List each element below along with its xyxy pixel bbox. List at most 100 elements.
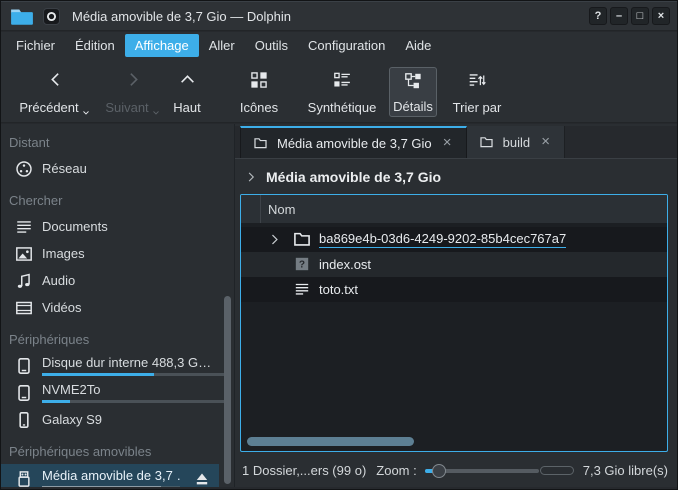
breadcrumb-segment[interactable]: Média amovible de 3,7 Gio [266, 169, 441, 185]
sidebar-item[interactable]: Images [1, 240, 234, 267]
chevron-right-icon [125, 71, 142, 88]
svg-text:?: ? [299, 260, 305, 271]
view-details-label: Détails [393, 99, 433, 114]
sidebar-item[interactable]: Média amovible de 3,7 … [1, 464, 219, 487]
tab[interactable]: Média amovible de 3,7 Gio × [240, 126, 467, 158]
zoom-slider-knob[interactable] [432, 464, 446, 478]
sidebar-item[interactable]: Disque dur interne 488,3 G… [1, 352, 234, 379]
sidebar-item[interactable]: Galaxy S9 [1, 406, 234, 433]
sidebar-item-label: Disque dur interne 488,3 G… [42, 355, 226, 370]
back-button[interactable]: Précédent [9, 67, 101, 117]
menu-item-outils[interactable]: Outils [245, 34, 298, 57]
unknown-file-icon: ? [293, 255, 311, 273]
tab-label: Média amovible de 3,7 Gio [277, 136, 432, 151]
file-rows: ba869e4b-03d6-4249-9202-85b4cec767a7 ? i… [241, 227, 667, 302]
menu-item-aller[interactable]: Aller [199, 34, 245, 57]
caret-down-icon [81, 108, 91, 118]
chevron-right-icon[interactable] [245, 171, 257, 183]
sort-icon [468, 71, 486, 89]
caret-down-icon [151, 108, 161, 118]
network-icon [15, 160, 33, 178]
menu-item-édition[interactable]: Édition [65, 34, 125, 57]
zoom-slider[interactable] [425, 463, 539, 479]
file-row[interactable]: ? index.ost [241, 252, 667, 277]
zoom-label: Zoom : [376, 463, 416, 478]
dolphin-window: Média amovible de 3,7 Gio — Dolphin ?–□×… [0, 0, 678, 490]
toolbar: Précédent Suivant Haut Icônes Synthétiqu… [1, 59, 677, 123]
sidebar-item-label: NVME2To [42, 382, 226, 397]
text-file-icon [293, 280, 311, 298]
back-label: Précédent [19, 100, 78, 115]
device-usage-bar [42, 373, 226, 376]
tab[interactable]: build × [467, 126, 565, 158]
sidebar-item-label: Vidéos [42, 300, 226, 315]
menu-item-affichage[interactable]: Affichage [125, 34, 199, 57]
file-row[interactable]: ba869e4b-03d6-4249-9202-85b4cec767a7 [241, 227, 667, 252]
chevron-left-icon [47, 71, 64, 88]
selection-summary: 1 Dossier,...ers (99 o) [242, 463, 366, 478]
menu-item-aide[interactable]: Aide [395, 34, 441, 57]
free-space-label: 7,3 Gio libre(s) [583, 463, 668, 478]
breadcrumb: Média amovible de 3,7 Gio [235, 160, 677, 193]
up-button[interactable]: Haut [165, 67, 209, 117]
column-header-row: Nom [241, 195, 667, 223]
sidebar-item-label: Média amovible de 3,7 … [42, 468, 180, 483]
sidebar-item[interactable]: Documents [1, 213, 234, 240]
menu-item-fichier[interactable]: Fichier [6, 34, 65, 57]
horizontal-scrollbar[interactable] [247, 437, 414, 446]
view-compact-icon [333, 71, 351, 89]
sidebar-item[interactable]: Audio [1, 267, 234, 294]
dolphin-folder-icon [10, 6, 34, 26]
sidebar-scrollbar[interactable] [224, 296, 231, 484]
device-usage-bar [42, 400, 226, 403]
statusbar: 1 Dossier,...ers (99 o) Zoom : 7,3 Gio l… [235, 454, 677, 487]
help-button[interactable]: ? [589, 7, 607, 25]
titlebar: Média amovible de 3,7 Gio — Dolphin ?–□× [1, 1, 677, 31]
sidebar-item[interactable]: Vidéos [1, 294, 234, 321]
view-compact-label: Synthétique [308, 100, 377, 115]
expander-column [241, 195, 261, 223]
chevron-up-icon [179, 71, 196, 88]
sidebar-section-header: Périphériques amovibles [1, 433, 234, 464]
sort-by-button[interactable]: Trier par [449, 67, 505, 117]
sidebar-section-header: Chercher [1, 182, 234, 213]
device-usage-bar [42, 486, 180, 487]
eject-icon[interactable] [193, 471, 211, 487]
expander-icon[interactable] [268, 233, 281, 246]
close-button[interactable]: × [652, 7, 670, 25]
tab-close-icon[interactable]: × [441, 137, 454, 150]
maximize-button[interactable]: □ [631, 7, 649, 25]
sidebar-section-header: Périphériques [1, 321, 234, 352]
tab-close-icon[interactable]: × [539, 136, 552, 149]
folder-icon [253, 136, 268, 150]
sidebar-item-label: Réseau [42, 161, 226, 176]
view-icons-label: Icônes [240, 100, 278, 115]
file-name: ba869e4b-03d6-4249-9202-85b4cec767a7 [319, 231, 566, 248]
view-details-icon [404, 72, 422, 90]
file-row[interactable]: toto.txt [241, 277, 667, 302]
view-compact-button[interactable]: Synthétique [297, 67, 387, 117]
window-controls: ?–□× [589, 7, 670, 25]
sidebar-item[interactable]: Réseau [1, 155, 234, 182]
window-body: Distant Réseau Chercher Documents Images… [1, 124, 677, 487]
folder-icon [479, 135, 494, 149]
up-label: Haut [173, 100, 200, 115]
view-icons-button[interactable]: Icônes [223, 67, 295, 117]
sidebar-item-label: Galaxy S9 [42, 412, 226, 427]
tab-label: build [503, 135, 530, 150]
window-title: Média amovible de 3,7 Gio — Dolphin [72, 9, 291, 24]
forward-button[interactable]: Suivant [101, 67, 165, 117]
smartphone-icon [15, 411, 33, 429]
sidebar-item[interactable]: NVME2To [1, 379, 234, 406]
places-panel: Distant Réseau Chercher Documents Images… [1, 124, 235, 487]
film-icon [15, 299, 33, 317]
column-header-name[interactable]: Nom [261, 202, 295, 217]
view-details-button[interactable]: Détails [389, 67, 437, 117]
minimize-button[interactable]: – [610, 7, 628, 25]
media-badge-icon[interactable] [43, 8, 60, 25]
sort-by-label: Trier par [453, 100, 502, 115]
music-note-icon [15, 272, 33, 290]
image-icon [15, 245, 33, 263]
menu-item-configuration[interactable]: Configuration [298, 34, 395, 57]
places-list: Distant Réseau Chercher Documents Images… [1, 124, 234, 487]
